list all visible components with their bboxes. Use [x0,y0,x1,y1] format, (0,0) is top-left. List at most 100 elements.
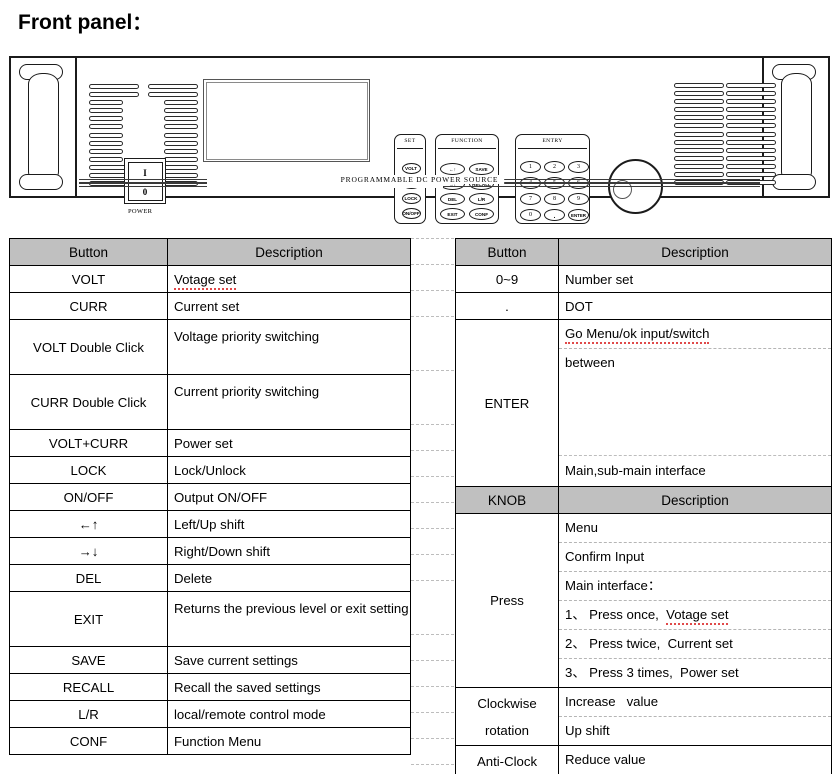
key-del[interactable]: DEL [440,193,465,205]
gutter-dash-line [411,686,454,687]
key-volt[interactable]: VOLT [401,163,421,174]
table-gutter [411,238,454,774]
header-description: Description [167,238,411,266]
header-button: KNOB [455,486,559,514]
key-2[interactable]: 2 [544,161,565,173]
description-text: Delete [174,570,213,586]
key-1[interactable]: 1 [520,161,541,173]
vent-slot [164,148,198,154]
vent-slot [674,91,724,97]
vent-slot [89,132,123,138]
key-on-off[interactable]: ON/OFF [401,208,421,219]
cell-button: →↓ [9,537,168,565]
key-exit[interactable]: EXIT [440,208,465,220]
left-handle-bar [28,73,59,183]
description-text: Right/Down shift [174,543,271,559]
brand-strip: PROGRAMMABLE DC POWER SOURCE [79,175,760,190]
vent-slot [89,116,123,122]
cell-button: VOLT+CURR [9,429,168,457]
description-text: Recall the saved settings [174,679,321,695]
key-conf[interactable]: CONF [469,208,494,220]
cell-description: Left/Up shift [167,510,411,538]
gutter-dash-line [411,634,454,635]
table-row: SAVE Save current settings [9,646,411,674]
key-0[interactable]: 0 [520,209,541,221]
cell-description: Number set [558,265,832,293]
description-text: Function Menu [174,733,262,749]
vent-slot [726,99,776,105]
table-header-row: Button Description [455,238,832,266]
description-text: local/remote control mode [174,706,326,722]
vent-slot [164,100,198,106]
table-row: RECALL Recall the saved settings [9,673,411,701]
keypad-title-divider [397,148,423,149]
cell-description: Power set [167,429,411,457]
vent-slot [726,163,776,169]
cell-description: Increase value Up shift [558,687,832,746]
description-text: 1、 Press once, Votage set [565,607,729,625]
table-row: CURR Current set [9,292,411,320]
keypad-title-function: FUNCTION [451,137,483,144]
cell-button: SAVE [9,646,168,674]
vent-group-right-inner [674,83,724,188]
vent-slot [726,91,776,97]
key-save[interactable]: SAVE [469,163,494,175]
vent-slot [674,139,724,145]
key-7[interactable]: 7 [520,193,541,205]
brand-strip-label: PROGRAMMABLE DC POWER SOURCE [334,175,505,184]
vent-slot [89,84,139,89]
key-[interactable]: . [544,209,565,221]
cell-description: Current set [167,292,411,320]
cell-button: RECALL [9,673,168,701]
description-text: Voltage priority switching [174,329,320,344]
header-description: Description [558,238,832,266]
vent-slot [164,132,198,138]
cell-button: DEL [9,564,168,592]
knob-description-line: Reduce value [559,746,831,774]
description-text: Power set [174,435,233,451]
table-row: VOLT+CURR Power set [9,429,411,457]
cell-button: Anti-Clock rotation [455,745,559,774]
table-row: LOCK Lock/Unlock [9,456,411,484]
key-l-r[interactable]: L/R [469,193,494,205]
vent-slot [674,131,724,137]
cell-button: CURR Double Click [9,374,168,430]
enter-description-line [559,377,831,456]
vent-slot [148,84,198,89]
table-row: VOLT Votage set [9,265,411,293]
description-text: Lock/Unlock [174,462,246,478]
vent-slot [89,156,123,162]
cell-description: Lock/Unlock [167,456,411,484]
header-button: Button [9,238,168,266]
key-8[interactable]: 8 [544,193,565,205]
key-9[interactable]: 9 [568,193,589,205]
vent-slot [674,155,724,161]
enter-description-line: Go Menu/ok input/switch [559,320,831,349]
key-enter[interactable]: ENTER [568,209,589,221]
key-3[interactable]: 3 [568,161,589,173]
cell-description: Voltage priority switching [167,319,411,375]
vent-slot [89,148,123,154]
vent-slot [89,124,123,130]
vent-slot [164,124,198,130]
keypad-title-set: SET [404,137,416,144]
vent-slot [726,131,776,137]
cell-button: ON/OFF [9,483,168,511]
vent-slot [726,147,776,153]
enter-description-line: Main,sub-main interface [565,463,706,478]
table-row: Clockwise rotation Increase value Up shift [455,687,832,746]
gutter-dash-line [411,660,454,661]
key-lock[interactable]: LOCK [401,193,421,204]
gutter-dash-line [411,580,454,581]
left-handle-cap-bottom [19,174,63,190]
knob-description-line: Main interface： [559,571,831,601]
key-[interactable]: ←↑ [440,163,465,175]
knob-description-line: Up shift [565,723,610,738]
table-row: ←↑ Left/Up shift [9,510,411,538]
vent-slot [674,147,724,153]
knob-description-line: 1、 Press once, Votage set [559,600,831,630]
gutter-dash-line [411,528,454,529]
cell-description: Delete [167,564,411,592]
vent-slot [726,155,776,161]
page-title-text: Front panel [18,11,133,34]
